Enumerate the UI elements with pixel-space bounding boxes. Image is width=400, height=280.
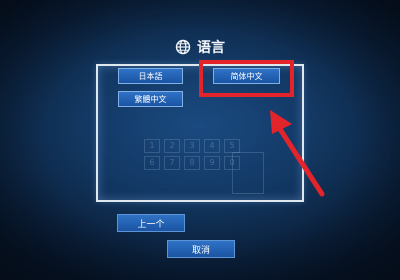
- ghost-key: 6: [144, 156, 160, 170]
- annotation-arrow-icon: [270, 110, 325, 197]
- dialog-title-text: 语言: [197, 40, 225, 56]
- ghost-key: 2: [164, 139, 180, 153]
- ghost-line: [130, 108, 270, 117]
- ghost-key: 1: [144, 139, 160, 153]
- globe-icon: [175, 39, 191, 55]
- ghost-side-box: [232, 152, 264, 194]
- ghost-key: 8: [184, 156, 200, 170]
- language-option-japanese[interactable]: 日本語: [118, 68, 183, 84]
- dialog-title: 语言: [0, 36, 400, 58]
- previous-button-label: 上一个: [137, 219, 165, 230]
- cancel-button-label: 取消: [191, 245, 210, 256]
- background-content: 1 2 3 4 5 6 7 8 9 0: [130, 108, 270, 194]
- language-option-label: 日本語: [138, 71, 163, 81]
- ghost-key: 3: [184, 139, 200, 153]
- ghost-line: [130, 117, 270, 126]
- previous-button[interactable]: 上一个: [117, 214, 185, 232]
- annotation-highlight-box: [199, 60, 294, 97]
- ghost-key: 9: [204, 156, 220, 170]
- ghost-key: 4: [204, 139, 220, 153]
- cancel-button[interactable]: 取消: [167, 240, 235, 258]
- ghost-key: 5: [224, 139, 240, 153]
- language-option-traditional-chinese[interactable]: 繁體中文: [118, 91, 183, 107]
- language-option-label: 繁體中文: [134, 94, 167, 104]
- ghost-line: [130, 126, 270, 135]
- ghost-key: 7: [164, 156, 180, 170]
